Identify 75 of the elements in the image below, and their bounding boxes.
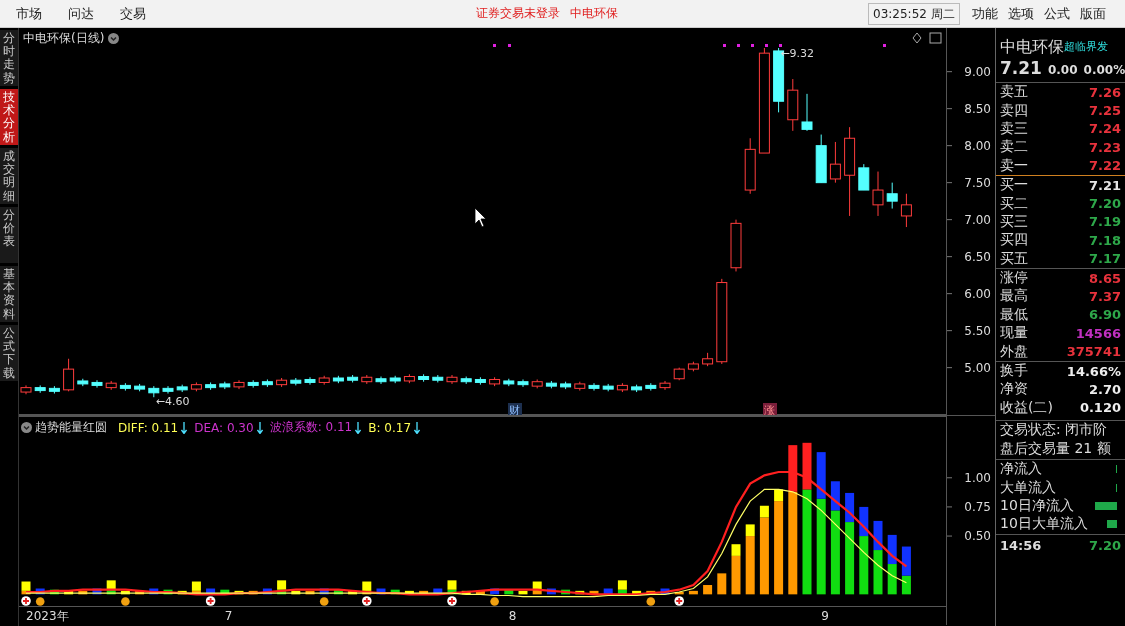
quote-value: 7.25 bbox=[1088, 103, 1121, 119]
price-axis-label: 8.00 bbox=[964, 138, 991, 153]
quote-value: 7.37 bbox=[1088, 289, 1121, 304]
quote-value: 7.20 bbox=[1088, 196, 1121, 212]
quote-label: 买五 bbox=[1000, 249, 1028, 268]
quote-label: 最高 bbox=[1000, 287, 1028, 306]
quote-label: 卖五 bbox=[1000, 83, 1028, 102]
price-axis-label: 9.00 bbox=[964, 64, 991, 79]
quote-value: 7.21 bbox=[1088, 177, 1121, 193]
tick-time: 14:56 bbox=[1000, 537, 1042, 553]
quote-value: 6.90 bbox=[1088, 307, 1121, 323]
quote-value: 8.65 bbox=[1088, 270, 1121, 286]
login-notice: 证券交易未登录 bbox=[476, 5, 560, 22]
quote-value: 7.23 bbox=[1088, 139, 1121, 155]
price-axis-label: 8.50 bbox=[964, 101, 991, 116]
quote-label: 净资 bbox=[1000, 380, 1028, 399]
quote-value: 7.19 bbox=[1088, 214, 1121, 230]
concept-tag: 超临界发 bbox=[1064, 39, 1108, 54]
stock-name: 中电环保 bbox=[1000, 37, 1064, 58]
quote-value: 7.24 bbox=[1088, 121, 1121, 137]
quote-value: 2.70 bbox=[1088, 381, 1121, 397]
indicator-value: DIFF: 0.11 bbox=[118, 420, 179, 435]
quote-label: 外盘 bbox=[1000, 342, 1028, 361]
quote-label: 现量 bbox=[1000, 324, 1028, 343]
last-price: 7.21 bbox=[1000, 58, 1042, 78]
quote-value: 0.120 bbox=[1079, 400, 1121, 416]
flow-label: 净流入 bbox=[1000, 460, 1042, 479]
indicator-axis-label: 0.50 bbox=[964, 529, 991, 544]
quote-value: 14.66% bbox=[1066, 363, 1121, 379]
clock: 03:25:52 周二 bbox=[868, 2, 960, 25]
quote-label: 买三 bbox=[1000, 212, 1028, 231]
quote-value: 375741 bbox=[1066, 344, 1121, 360]
date-axis-label: 9 bbox=[821, 609, 829, 623]
price-axis-label: 7.00 bbox=[964, 212, 991, 227]
quote-label: 最低 bbox=[1000, 305, 1028, 324]
price-axis-label: 5.00 bbox=[964, 360, 991, 375]
indicator-axis-label: 1.00 bbox=[964, 470, 991, 485]
quote-value: 7.22 bbox=[1088, 158, 1121, 174]
quote-label: 卖四 bbox=[1000, 101, 1028, 120]
date-axis-label: 7 bbox=[224, 609, 233, 623]
trading-status: 交易状态: 闭市阶 bbox=[1000, 421, 1109, 440]
indicator-axis-label: 0.75 bbox=[964, 499, 991, 514]
quote-label: 卖一 bbox=[1000, 156, 1028, 175]
indicator-value: B: 0.17 bbox=[368, 420, 412, 435]
date-axis-label: 2023年 bbox=[26, 609, 69, 623]
trading-status: 盘后交易量 21 额 bbox=[1000, 440, 1112, 459]
date-axis-label: 8 bbox=[508, 609, 517, 623]
login-notice: 中电环保 bbox=[570, 5, 618, 22]
quote-label: 换手 bbox=[1000, 362, 1028, 381]
indicator-name: 趋势能量红圆 bbox=[35, 419, 107, 436]
change-percent: 0.00% bbox=[1083, 63, 1125, 77]
quote-value: 7.17 bbox=[1088, 251, 1121, 267]
flow-label: 大单流入 bbox=[1000, 478, 1056, 497]
quote-label: 买二 bbox=[1000, 194, 1028, 213]
quote-value: 7.26 bbox=[1088, 84, 1121, 100]
quote-label: 卖二 bbox=[1000, 138, 1028, 157]
price-change: 0.00 bbox=[1047, 63, 1078, 77]
indicator-value: 波浪系数: 0.11 bbox=[269, 419, 353, 436]
quote-label: 买一 bbox=[1000, 176, 1028, 195]
quote-value: 7.18 bbox=[1088, 232, 1121, 248]
tick-price: 7.20 bbox=[1088, 537, 1121, 553]
indicator-value: DEA: 0.30 bbox=[194, 420, 254, 435]
quote-label: 涨停 bbox=[1000, 269, 1028, 288]
quote-label: 买四 bbox=[1000, 231, 1028, 250]
low-price-label: ←4.60 bbox=[155, 395, 190, 409]
flow-label: 10日净流入 bbox=[1000, 497, 1074, 515]
quote-label: 收益(二) bbox=[1000, 398, 1053, 417]
quote-label: 卖三 bbox=[1000, 119, 1028, 138]
price-axis-label: 7.50 bbox=[964, 175, 991, 190]
chart-title: 中电环保(日线) bbox=[23, 30, 105, 47]
quote-value: 14566 bbox=[1075, 325, 1121, 341]
price-axis-label: 6.00 bbox=[964, 286, 991, 301]
flow-label: 10日大单流入 bbox=[1000, 515, 1088, 534]
price-axis-label: 5.50 bbox=[964, 323, 991, 338]
price-axis-label: 6.50 bbox=[964, 249, 991, 264]
